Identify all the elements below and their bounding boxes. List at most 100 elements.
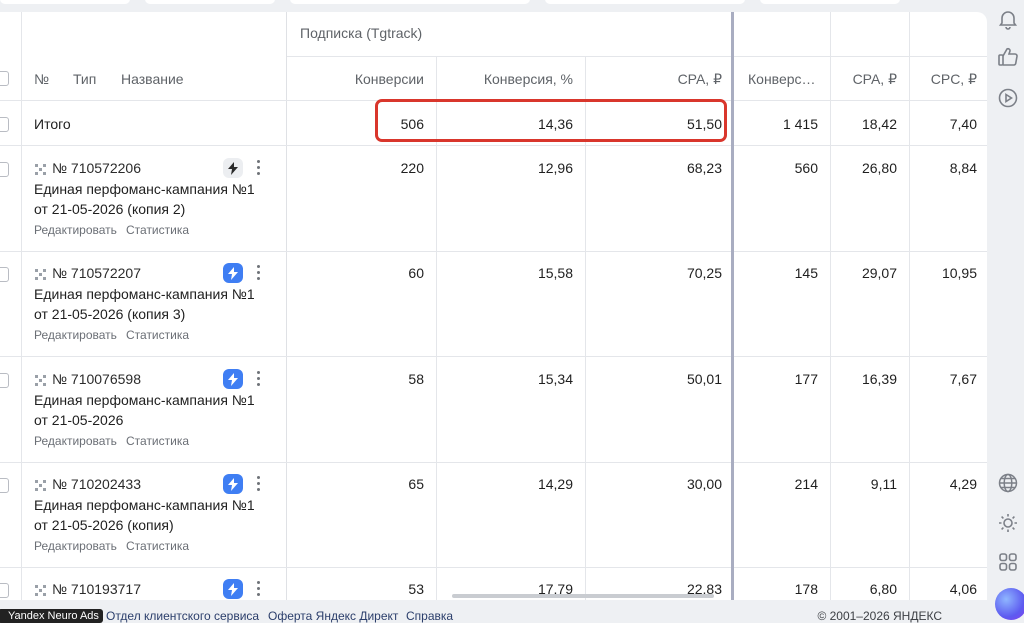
campaign-id[interactable]: № 710572207 — [52, 265, 141, 281]
footer-copyright: © 2001–2026 ЯНДЕКС — [817, 609, 942, 623]
campaign-type-icon — [35, 164, 46, 175]
conversions-cell: 220 — [400, 160, 424, 176]
statistics-link[interactable]: Статистика — [126, 328, 189, 342]
neuro-ads-badge[interactable]: Yandex Neuro Ads — [0, 609, 103, 623]
campaign-type-icon — [35, 585, 46, 596]
conversions-all-cell: 178 — [794, 581, 818, 597]
total-cpa-all: 18,42 — [861, 116, 897, 132]
apps-grid-icon[interactable] — [997, 551, 1019, 573]
top-tab[interactable] — [760, 0, 900, 4]
conversions-all-cell: 145 — [794, 265, 818, 281]
campaign-id[interactable]: № 710572206 — [52, 160, 141, 176]
conversion-rate-cell: 12,96 — [537, 160, 573, 176]
cpc-cell: 4,29 — [949, 476, 977, 492]
neuro-boost-icon[interactable] — [223, 474, 243, 494]
select-all-checkbox[interactable] — [0, 71, 9, 86]
top-tabs-strip — [0, 0, 990, 10]
globe-icon[interactable] — [997, 472, 1019, 494]
statistics-link[interactable]: Статистика — [126, 434, 189, 448]
campaign-name[interactable]: Единая перфоманс-кампания №1 от 21-05-20… — [34, 179, 264, 219]
total-conversions-all: 1 415 — [782, 116, 818, 132]
footer-link-client-service[interactable]: Отдел клиентского сервиса — [106, 609, 259, 623]
cpa-cell: 70,25 — [686, 265, 722, 281]
cpc-cell: 4,06 — [949, 581, 977, 597]
cpa-cell: 50,01 — [686, 371, 722, 387]
column-header-conversions-total[interactable]: Конверс… — [748, 71, 816, 87]
campaigns-table: Подписка (Tgtrack) № Тип Название Конвер… — [0, 12, 987, 600]
campaign-id[interactable]: № 710193717 — [52, 581, 141, 597]
column-header-type[interactable]: Тип — [73, 71, 96, 87]
campaign-id[interactable]: № 710202433 — [52, 476, 141, 492]
conversions-all-cell: 214 — [794, 476, 818, 492]
row-checkbox[interactable] — [0, 583, 9, 598]
more-actions-icon[interactable] — [257, 581, 261, 597]
cpc-cell: 8,84 — [949, 160, 977, 176]
conversions-cell: 53 — [408, 581, 424, 597]
cpa-all-cell: 6,80 — [869, 581, 897, 597]
top-tab[interactable] — [545, 0, 745, 4]
campaign-type-icon — [35, 375, 46, 386]
column-header-name[interactable]: Название — [121, 71, 184, 87]
neuro-boost-icon[interactable] — [223, 263, 243, 283]
top-tab[interactable] — [0, 0, 130, 4]
cpc-cell: 7,67 — [949, 371, 977, 387]
column-header-cpc[interactable]: CPC, ₽ — [909, 71, 977, 88]
footer-link-help[interactable]: Справка — [406, 609, 453, 623]
bell-icon[interactable] — [997, 8, 1019, 30]
column-header-cpa[interactable]: CPA, ₽ — [585, 71, 722, 88]
edit-link[interactable]: Редактировать — [34, 328, 117, 342]
top-tab[interactable] — [290, 0, 530, 4]
campaign-name[interactable]: Единая перфоманс-кампания №1 от 21-05-20… — [34, 495, 264, 535]
conversion-rate-cell: 15,58 — [537, 265, 573, 281]
cpa-all-cell: 16,39 — [861, 371, 897, 387]
top-tab[interactable] — [145, 0, 275, 4]
conversions-all-cell: 560 — [794, 160, 818, 176]
cpa-all-cell: 9,11 — [870, 476, 897, 492]
total-cpc: 7,40 — [949, 116, 977, 132]
conversion-rate-cell: 15,34 — [537, 371, 573, 387]
statistics-link[interactable]: Статистика — [126, 223, 189, 237]
row-checkbox[interactable] — [0, 267, 9, 282]
column-resize-divider[interactable] — [731, 12, 734, 600]
cpc-cell: 10,95 — [941, 265, 977, 281]
horizontal-scrollbar[interactable] — [452, 594, 714, 598]
sun-icon[interactable] — [997, 512, 1019, 534]
more-actions-icon[interactable] — [257, 476, 261, 492]
row-checkbox[interactable] — [0, 478, 9, 493]
statistics-link[interactable]: Статистика — [126, 539, 189, 553]
play-circle-icon[interactable] — [997, 87, 1019, 109]
row-checkbox[interactable] — [0, 162, 9, 177]
campaign-type-icon — [35, 269, 46, 280]
campaign-name[interactable]: Единая перфоманс-кампания №1 от 21-05-20… — [34, 390, 264, 430]
edit-link[interactable]: Редактировать — [34, 223, 117, 237]
column-header-conversion-rate[interactable]: Конверсия, % — [436, 71, 573, 87]
campaign-id[interactable]: № 710076598 — [52, 371, 141, 387]
edit-link[interactable]: Редактировать — [34, 539, 117, 553]
more-actions-icon[interactable] — [257, 160, 261, 176]
edit-link[interactable]: Редактировать — [34, 434, 117, 448]
column-header-cpa-total[interactable]: CPA, ₽ — [830, 71, 897, 88]
neuro-boost-icon[interactable] — [223, 579, 243, 599]
conversions-all-cell: 177 — [794, 371, 818, 387]
column-header-number[interactable]: № — [34, 71, 49, 87]
highlight-annotation-box — [375, 99, 727, 142]
conversion-rate-cell: 14,29 — [537, 476, 573, 492]
neuro-boost-icon[interactable] — [223, 158, 243, 178]
neuro-boost-icon[interactable] — [223, 369, 243, 389]
total-row-checkbox[interactable] — [0, 117, 9, 132]
cpa-cell: 30,00 — [686, 476, 722, 492]
column-header-conversions[interactable]: Конверсии — [286, 71, 424, 87]
alice-assistant-icon[interactable] — [995, 588, 1024, 620]
thumbs-up-icon[interactable] — [997, 46, 1019, 68]
row-checkbox[interactable] — [0, 373, 9, 388]
total-row-label: Итого — [34, 116, 71, 132]
campaign-name[interactable]: Единая перфоманс-кампания №1 от 21-05-20… — [34, 284, 264, 324]
more-actions-icon[interactable] — [257, 371, 261, 387]
cpa-cell: 68,23 — [686, 160, 722, 176]
cpa-all-cell: 26,80 — [861, 160, 897, 176]
right-rail — [990, 0, 1024, 619]
conversions-cell: 58 — [408, 371, 424, 387]
goal-group-title: Подписка (Tgtrack) — [300, 25, 423, 41]
footer-link-offer[interactable]: Оферта Яндекс Директ — [268, 609, 398, 623]
more-actions-icon[interactable] — [257, 265, 261, 281]
